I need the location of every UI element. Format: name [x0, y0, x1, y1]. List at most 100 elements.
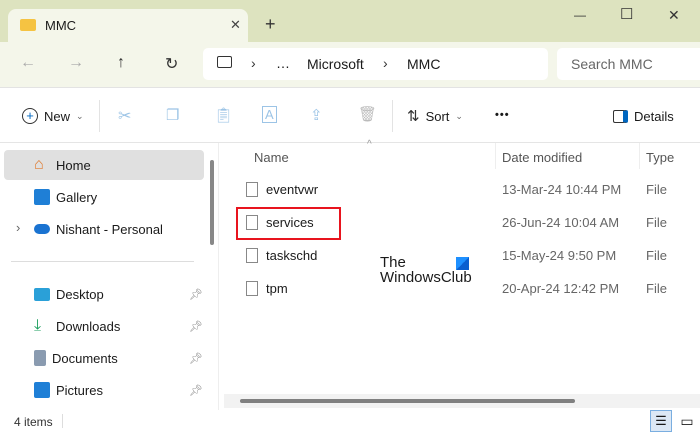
minimize-button[interactable]: —	[574, 8, 586, 22]
chevron-down-icon: ⌄	[76, 110, 84, 121]
column-header-name[interactable]: Name	[254, 150, 289, 165]
file-date: 26-Jun-24 10:04 AM	[502, 214, 620, 230]
folder-icon	[20, 19, 36, 31]
new-label: New	[44, 108, 71, 124]
file-name: taskschd	[266, 247, 318, 263]
chevron-right-icon: ›	[251, 55, 256, 71]
column-header-type[interactable]: Type	[646, 150, 674, 165]
paste-icon[interactable]: 📋︎	[214, 106, 233, 124]
onedrive-icon	[34, 224, 50, 234]
sidebar-item-label: Desktop	[56, 286, 104, 302]
file-row[interactable]: eventvwr 13-Mar-24 10:44 PM File	[236, 175, 696, 203]
sidebar-scrollbar[interactable]	[210, 160, 214, 245]
plus-circle-icon: +	[22, 108, 38, 124]
divider	[218, 143, 219, 410]
sort-icon: ⇅	[407, 108, 420, 125]
chevron-down-icon: ⌄	[455, 110, 463, 121]
file-date: 13-Mar-24 10:44 PM	[502, 181, 622, 197]
share-icon[interactable]: ⇪	[310, 106, 323, 124]
details-label: Details	[634, 108, 674, 124]
tiles-view-button[interactable]: ▭	[676, 410, 698, 432]
tab-close-icon[interactable]: ✕	[230, 17, 241, 33]
pictures-icon	[34, 382, 50, 398]
computer-icon	[217, 56, 232, 68]
back-icon[interactable]: ←	[20, 54, 36, 72]
gallery-icon	[34, 189, 50, 205]
pin-icon[interactable]: 📌︎	[189, 384, 203, 397]
refresh-icon[interactable]: ↻	[165, 54, 178, 74]
file-date: 15-May-24 9:50 PM	[502, 247, 617, 263]
sidebar-item-downloads[interactable]: ⤓ Downloads	[4, 311, 204, 341]
pin-icon[interactable]: 📌︎	[189, 320, 203, 333]
details-pane-icon	[613, 109, 628, 123]
maximize-button[interactable]: ☐	[620, 5, 633, 23]
file-icon	[246, 181, 258, 197]
file-icon	[246, 280, 258, 296]
pin-icon[interactable]: 📌︎	[189, 288, 203, 301]
windows-logo-icon	[456, 257, 469, 270]
sidebar-item-label: Documents	[52, 350, 118, 366]
documents-icon	[34, 350, 46, 366]
cut-icon[interactable]: ✂	[118, 106, 131, 126]
file-date: 20-Apr-24 12:42 PM	[502, 280, 620, 296]
file-type: File	[646, 247, 667, 263]
file-icon	[246, 247, 258, 263]
sidebar-item-onedrive[interactable]: › Nishant - Personal	[4, 214, 204, 244]
status-item-count: 4 items	[14, 415, 53, 429]
sidebar-item-documents[interactable]: Documents	[4, 343, 204, 373]
sidebar-item-label: Pictures	[56, 382, 103, 398]
breadcrumb-more[interactable]: …	[276, 55, 290, 71]
list-icon: ☰	[655, 413, 667, 428]
sort-label: Sort	[425, 108, 450, 124]
file-type: File	[646, 181, 667, 197]
desktop-icon	[34, 287, 50, 301]
close-button[interactable]: ✕	[668, 7, 680, 24]
details-view-button[interactable]: ☰	[650, 410, 672, 432]
copy-icon[interactable]: ❐	[166, 106, 179, 124]
address-bar[interactable]: › … Microsoft › MMC	[203, 48, 548, 80]
file-type: File	[646, 214, 667, 230]
search-input[interactable]: Search MMC	[557, 48, 700, 80]
file-name: eventvwr	[266, 181, 319, 197]
chevron-right-icon[interactable]: ›	[16, 220, 20, 235]
divider	[11, 261, 194, 262]
sort-ascending-icon: ^	[367, 139, 372, 150]
details-button[interactable]: Details	[613, 100, 674, 132]
sidebar-item-pictures[interactable]: Pictures	[4, 375, 204, 405]
column-divider[interactable]	[639, 143, 640, 169]
breadcrumb-mmc[interactable]: MMC	[407, 56, 440, 72]
divider	[99, 100, 100, 132]
tab-mmc[interactable]: MMC ✕	[8, 9, 248, 43]
sidebar-item-label: Gallery	[56, 189, 98, 205]
horizontal-scrollbar-thumb[interactable]	[240, 399, 575, 403]
highlight-box	[236, 207, 341, 240]
sidebar-item-label: Home	[56, 157, 91, 173]
up-icon[interactable]: ↑	[117, 54, 125, 72]
breadcrumb-microsoft[interactable]: Microsoft	[307, 56, 364, 72]
watermark-logo: The WindowsClub	[380, 255, 472, 285]
file-name: tpm	[266, 280, 288, 296]
watermark-text: WindowsClub	[380, 269, 472, 286]
sidebar-item-gallery[interactable]: Gallery	[4, 182, 204, 212]
pin-icon[interactable]: 📌︎	[189, 352, 203, 365]
sidebar-item-home[interactable]: ⌂ Home	[4, 150, 204, 180]
divider	[392, 100, 393, 132]
divider	[0, 142, 700, 143]
column-header-date[interactable]: Date modified	[502, 150, 582, 165]
file-type: File	[646, 280, 667, 296]
more-options-button[interactable]: •••	[495, 109, 510, 121]
tab-title: MMC	[45, 18, 77, 33]
rename-icon[interactable]: A	[262, 106, 277, 123]
delete-icon[interactable]: 🗑︎	[358, 105, 377, 123]
forward-icon[interactable]: →	[68, 54, 84, 72]
large-icons-icon: ▭	[680, 412, 694, 429]
sidebar-item-label: Nishant - Personal	[56, 221, 163, 237]
new-tab-button[interactable]: +	[265, 14, 276, 35]
column-divider[interactable]	[495, 143, 496, 169]
downloads-icon: ⤓	[34, 317, 42, 334]
divider	[62, 414, 63, 428]
sidebar-item-desktop[interactable]: Desktop	[4, 279, 204, 309]
new-button[interactable]: + New ⌄	[22, 100, 84, 132]
sidebar-item-label: Downloads	[56, 318, 121, 334]
sort-button[interactable]: ⇅ Sort ⌄	[407, 100, 463, 132]
